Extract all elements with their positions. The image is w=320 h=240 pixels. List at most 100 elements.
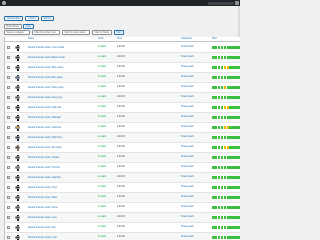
- product-thumbnail[interactable]: [15, 124, 20, 131]
- row-checkbox[interactable]: [6, 196, 10, 199]
- product-title-link[interactable]: Round bracelet clock, Steel grey: [28, 96, 62, 99]
- brand-filter-select[interactable]: Filter by brand: [92, 30, 112, 35]
- product-category-link[interactable]: Smart watch: [181, 56, 194, 58]
- product-thumbnail[interactable]: [15, 144, 20, 151]
- product-thumbnail[interactable]: [15, 234, 20, 240]
- product-title-link[interactable]: Round bracelet clock, Dark dial: [28, 106, 61, 109]
- row-checkbox[interactable]: [6, 206, 10, 209]
- product-thumbnail[interactable]: [15, 134, 20, 141]
- table-row[interactable]: Round bracelet clock, Mint cream In stock…: [5, 63, 240, 73]
- product-thumbnail[interactable]: [15, 164, 20, 171]
- row-checkbox[interactable]: [6, 126, 10, 129]
- category-filter-select[interactable]: Select a category: [4, 30, 30, 35]
- product-thumbnail[interactable]: [15, 74, 20, 81]
- product-title-link[interactable]: Round bracelet clock, Onyx: [28, 186, 57, 189]
- product-title-link[interactable]: Round bracelet clock, Coal: [28, 236, 57, 239]
- product-thumbnail[interactable]: [15, 204, 20, 211]
- table-row[interactable]: Round bracelet clock, Steel grey In stock…: [5, 92, 240, 103]
- product-category-link[interactable]: Smart watch: [181, 126, 194, 128]
- product-category-link[interactable]: Smart watch: [181, 86, 194, 88]
- table-row[interactable]: Round bracelet clock, Midnight In stock £ …: [5, 112, 240, 123]
- table-row[interactable]: Round bracelet clock, Gold line In stock £…: [5, 123, 240, 133]
- table-row[interactable]: Round bracelet clock, Silver edge In stoc…: [5, 83, 240, 93]
- table-row[interactable]: Round bracelet clock, Lime model In stock…: [5, 43, 240, 53]
- product-category-link[interactable]: Smart watch: [181, 176, 194, 178]
- row-checkbox[interactable]: [6, 66, 10, 69]
- row-checkbox[interactable]: [6, 176, 10, 179]
- product-title-link[interactable]: Round bracelet clock, Night blue: [28, 136, 62, 139]
- avatar[interactable]: [235, 1, 239, 5]
- product-title-link[interactable]: Round bracelet clock, Gold line: [28, 126, 61, 129]
- product-thumbnail[interactable]: [15, 114, 20, 121]
- row-checkbox[interactable]: [6, 166, 10, 169]
- product-title-link[interactable]: Round bracelet clock, Midnight: [28, 116, 61, 119]
- product-title-link[interactable]: Round bracelet clock, Ash: [28, 226, 56, 229]
- bulk-apply-button[interactable]: Apply: [23, 24, 34, 29]
- product-title-link[interactable]: Round bracelet clock, Silver edge: [28, 86, 64, 89]
- product-category-link[interactable]: Smart watch: [181, 46, 194, 48]
- table-row[interactable]: Round bracelet clock, Black model In stoc…: [5, 52, 240, 63]
- wordpress-logo-icon[interactable]: [2, 1, 6, 5]
- product-category-link[interactable]: Smart watch: [181, 156, 194, 158]
- product-title-link[interactable]: Round bracelet clock, Slate: [28, 196, 57, 199]
- product-thumbnail[interactable]: [15, 54, 20, 61]
- export-button[interactable]: Export: [40, 16, 54, 21]
- product-title-link[interactable]: Round bracelet clock, Mint cream: [28, 66, 63, 69]
- filter-button[interactable]: Filter: [114, 30, 125, 35]
- table-row[interactable]: Round bracelet clock, Blue glass In stock…: [5, 72, 240, 83]
- row-checkbox[interactable]: [6, 226, 10, 229]
- table-row[interactable]: Round bracelet clock, Onyx In stock £ 60.0…: [5, 183, 240, 193]
- product-title-link[interactable]: Round bracelet clock, Lime model: [28, 46, 64, 49]
- row-checkbox[interactable]: [6, 116, 10, 119]
- product-category-link[interactable]: Smart watch: [181, 96, 194, 98]
- row-checkbox[interactable]: [6, 236, 10, 239]
- product-thumbnail[interactable]: [15, 64, 20, 71]
- row-checkbox[interactable]: [6, 156, 10, 159]
- product-title-link[interactable]: Round bracelet clock, Graphite: [28, 176, 61, 179]
- product-thumbnail[interactable]: [15, 224, 20, 231]
- product-thumbnail[interactable]: [15, 184, 20, 191]
- row-checkbox[interactable]: [6, 146, 10, 149]
- product-category-link[interactable]: Smart watch: [181, 226, 194, 228]
- row-checkbox[interactable]: [6, 56, 10, 59]
- table-row[interactable]: Round bracelet clock, Stone In stock £ 60.…: [5, 203, 240, 213]
- product-thumbnail[interactable]: [15, 154, 20, 161]
- product-category-link[interactable]: Smart watch: [181, 116, 194, 118]
- product-type-filter-select[interactable]: Filter by product type: [32, 30, 60, 35]
- product-category-link[interactable]: Smart watch: [181, 76, 194, 78]
- product-title-link[interactable]: Round bracelet clock, Lime: [28, 216, 57, 219]
- product-title-link[interactable]: Round bracelet clock, Classic: [28, 156, 59, 159]
- add-product-button[interactable]: Add product: [4, 16, 24, 21]
- product-thumbnail[interactable]: [15, 44, 20, 51]
- table-row[interactable]: Round bracelet clock, Slate In stock £ 60.…: [5, 192, 240, 203]
- row-checkbox[interactable]: [6, 186, 10, 189]
- product-thumbnail[interactable]: [15, 104, 20, 111]
- table-row[interactable]: Round bracelet clock, Classic In stock £ 6…: [5, 152, 240, 163]
- product-category-link[interactable]: Smart watch: [181, 166, 194, 168]
- table-row[interactable]: Round bracelet clock, Dark dial In stock £…: [5, 103, 240, 113]
- product-category-link[interactable]: Smart watch: [181, 66, 194, 68]
- stock-status-filter-select[interactable]: Filter by stock status: [62, 30, 90, 35]
- import-button[interactable]: Import: [25, 16, 39, 21]
- product-title-link[interactable]: Round bracelet clock, Blue glass: [28, 76, 63, 79]
- admin-greeting[interactable]: [208, 1, 234, 5]
- product-category-link[interactable]: Smart watch: [181, 186, 194, 188]
- product-thumbnail[interactable]: [15, 214, 20, 221]
- table-row[interactable]: Round bracelet clock, Ash In stock £ 60.00…: [5, 223, 240, 233]
- table-row[interactable]: Round bracelet clock, Lime In stock £ 60.0…: [5, 212, 240, 223]
- product-title-link[interactable]: Round bracelet clock, Black model: [28, 56, 65, 59]
- table-row[interactable]: Round bracelet clock, Chrome In stock £ 60…: [5, 163, 240, 173]
- product-thumbnail[interactable]: [15, 194, 20, 201]
- column-header-price[interactable]: Price: [117, 38, 122, 40]
- table-row[interactable]: Round bracelet clock, Night blue In stock…: [5, 132, 240, 143]
- row-checkbox[interactable]: [6, 46, 10, 49]
- product-category-link[interactable]: Smart watch: [181, 236, 194, 238]
- table-row[interactable]: Round bracelet clock, Coal In stock £ 60.0…: [5, 232, 240, 240]
- row-checkbox[interactable]: [6, 136, 10, 139]
- row-checkbox[interactable]: [6, 216, 10, 219]
- table-row[interactable]: Round bracelet clock, Tan strap In stock £…: [5, 143, 240, 153]
- product-category-link[interactable]: Smart watch: [181, 106, 194, 108]
- row-checkbox[interactable]: [6, 106, 10, 109]
- product-category-link[interactable]: Smart watch: [181, 146, 194, 148]
- product-category-link[interactable]: Smart watch: [181, 216, 194, 218]
